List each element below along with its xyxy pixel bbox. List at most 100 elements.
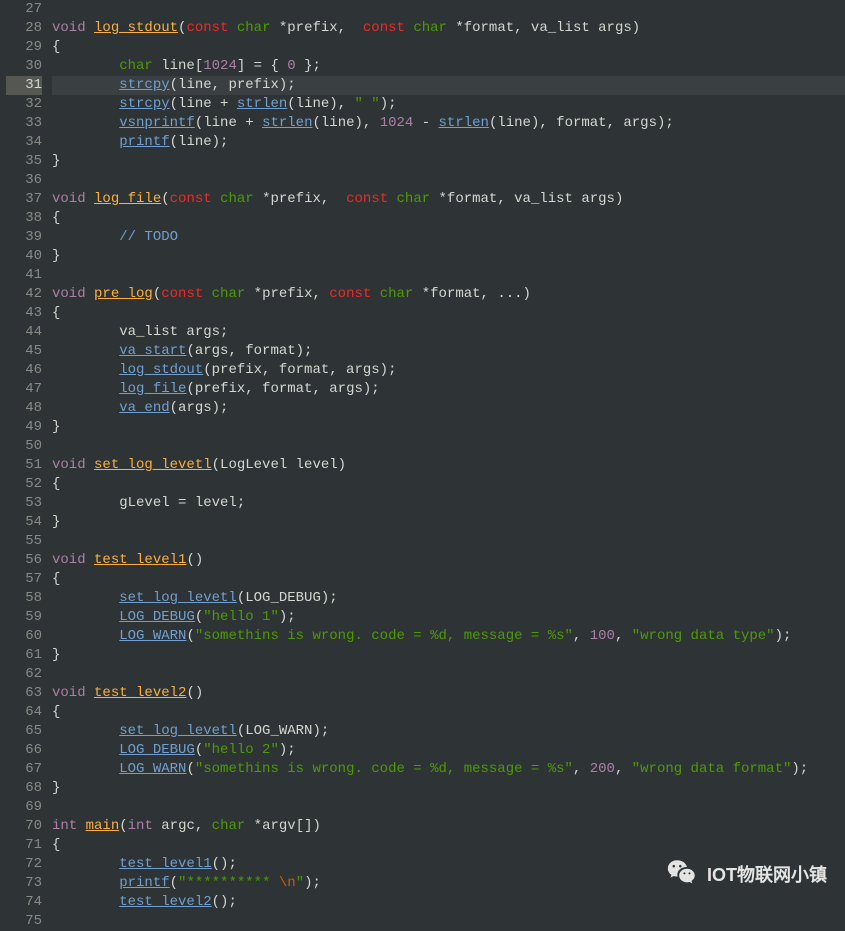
line-number: 58: [6, 589, 42, 608]
line-number: 42: [6, 285, 42, 304]
line-number: 38: [6, 209, 42, 228]
code-line[interactable]: {: [52, 475, 845, 494]
code-line[interactable]: }: [52, 646, 845, 665]
line-number: 54: [6, 513, 42, 532]
line-number: 46: [6, 361, 42, 380]
line-number: 66: [6, 741, 42, 760]
line-number: 43: [6, 304, 42, 323]
code-line[interactable]: void test_level2(): [52, 684, 845, 703]
code-line[interactable]: strcpy(line, prefix);: [52, 76, 845, 95]
line-number: 55: [6, 532, 42, 551]
wechat-icon: [665, 856, 699, 894]
line-number: 35: [6, 152, 42, 171]
line-number: 49: [6, 418, 42, 437]
line-number: 30: [6, 57, 42, 76]
watermark-text: IOT物联网小镇: [707, 866, 827, 885]
code-line[interactable]: log_stdout(prefix, format, args);: [52, 361, 845, 380]
code-line[interactable]: {: [52, 836, 845, 855]
line-number: 41: [6, 266, 42, 285]
line-number: 32: [6, 95, 42, 114]
code-line[interactable]: }: [52, 779, 845, 798]
code-line[interactable]: LOG_WARN("somethins is wrong. code = %d,…: [52, 760, 845, 779]
code-line[interactable]: [52, 0, 845, 19]
line-number: 70: [6, 817, 42, 836]
line-number: 53: [6, 494, 42, 513]
code-line[interactable]: void test_level1(): [52, 551, 845, 570]
code-line[interactable]: void log_file(const char *prefix, const …: [52, 190, 845, 209]
line-number: 36: [6, 171, 42, 190]
code-line[interactable]: test_level2();: [52, 893, 845, 912]
line-number-gutter: 2728293031323334353637383940414243444546…: [0, 0, 52, 931]
watermark: IOT物联网小镇: [665, 856, 827, 894]
line-number: 37: [6, 190, 42, 209]
code-line[interactable]: {: [52, 38, 845, 57]
code-line[interactable]: // TODO: [52, 228, 845, 247]
line-number: 64: [6, 703, 42, 722]
code-line[interactable]: {: [52, 304, 845, 323]
line-number: 27: [6, 0, 42, 19]
code-line[interactable]: vsnprintf(line + strlen(line), 1024 - st…: [52, 114, 845, 133]
line-number: 57: [6, 570, 42, 589]
line-number: 63: [6, 684, 42, 703]
code-line[interactable]: LOG_DEBUG("hello 1");: [52, 608, 845, 627]
line-number: 34: [6, 133, 42, 152]
line-number: 69: [6, 798, 42, 817]
line-number: 62: [6, 665, 42, 684]
line-number: 29: [6, 38, 42, 57]
code-editor[interactable]: 2728293031323334353637383940414243444546…: [0, 0, 845, 931]
line-number: 47: [6, 380, 42, 399]
code-line[interactable]: int main(int argc, char *argv[]): [52, 817, 845, 836]
line-number: 56: [6, 551, 42, 570]
code-line[interactable]: gLevel = level;: [52, 494, 845, 513]
line-number: 61: [6, 646, 42, 665]
code-area[interactable]: void log_stdout(const char *prefix, cons…: [52, 0, 845, 931]
line-number: 67: [6, 760, 42, 779]
code-line[interactable]: log_file(prefix, format, args);: [52, 380, 845, 399]
code-line[interactable]: {: [52, 703, 845, 722]
code-line[interactable]: [52, 798, 845, 817]
line-number: 60: [6, 627, 42, 646]
line-number: 39: [6, 228, 42, 247]
line-number: 68: [6, 779, 42, 798]
code-line[interactable]: printf(line);: [52, 133, 845, 152]
line-number: 52: [6, 475, 42, 494]
line-number: 31: [6, 76, 42, 95]
line-number: 33: [6, 114, 42, 133]
line-number: 71: [6, 836, 42, 855]
line-number: 28: [6, 19, 42, 38]
code-line[interactable]: }: [52, 418, 845, 437]
code-line[interactable]: va_end(args);: [52, 399, 845, 418]
code-line[interactable]: [52, 437, 845, 456]
code-line[interactable]: }: [52, 152, 845, 171]
line-number: 72: [6, 855, 42, 874]
code-line[interactable]: set_log_levetl(LOG_DEBUG);: [52, 589, 845, 608]
code-line[interactable]: LOG_WARN("somethins is wrong. code = %d,…: [52, 627, 845, 646]
line-number: 59: [6, 608, 42, 627]
line-number: 44: [6, 323, 42, 342]
code-line[interactable]: {: [52, 209, 845, 228]
line-number: 73: [6, 874, 42, 893]
code-line[interactable]: LOG_DEBUG("hello 2");: [52, 741, 845, 760]
code-line[interactable]: set_log_levetl(LOG_WARN);: [52, 722, 845, 741]
line-number: 51: [6, 456, 42, 475]
code-line[interactable]: }: [52, 247, 845, 266]
code-line[interactable]: void set_log_levetl(LogLevel level): [52, 456, 845, 475]
code-line[interactable]: va_list args;: [52, 323, 845, 342]
code-line[interactable]: [52, 266, 845, 285]
code-line[interactable]: [52, 665, 845, 684]
line-number: 65: [6, 722, 42, 741]
line-number: 48: [6, 399, 42, 418]
line-number: 40: [6, 247, 42, 266]
code-line[interactable]: strcpy(line + strlen(line), " ");: [52, 95, 845, 114]
code-line[interactable]: va_start(args, format);: [52, 342, 845, 361]
code-line[interactable]: void log_stdout(const char *prefix, cons…: [52, 19, 845, 38]
line-number: 74: [6, 893, 42, 912]
code-line[interactable]: [52, 532, 845, 551]
code-line[interactable]: [52, 171, 845, 190]
code-line[interactable]: char line[1024] = { 0 };: [52, 57, 845, 76]
line-number: 45: [6, 342, 42, 361]
code-line[interactable]: }: [52, 513, 845, 532]
line-number: 50: [6, 437, 42, 456]
code-line[interactable]: void pre_log(const char *prefix, const c…: [52, 285, 845, 304]
code-line[interactable]: {: [52, 570, 845, 589]
